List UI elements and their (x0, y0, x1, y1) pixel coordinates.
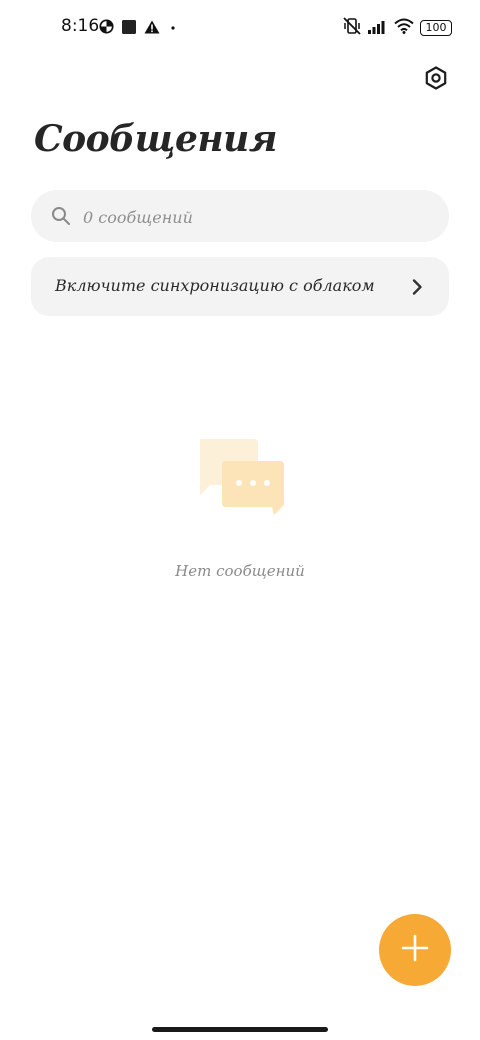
page-title: Сообщения (34, 118, 277, 160)
status-right-icons: 100 (342, 17, 452, 39)
home-indicator[interactable] (152, 1027, 328, 1032)
empty-state-text: Нет сообщений (175, 562, 305, 580)
data-saver-icon (99, 19, 114, 38)
plus-icon (401, 934, 429, 966)
square-icon (122, 19, 136, 38)
dot-icon (168, 19, 178, 38)
sync-banner[interactable]: Включите синхронизацию с облаком (31, 257, 449, 316)
search-bar[interactable] (31, 190, 449, 244)
search-icon (51, 206, 71, 230)
chevron-right-icon (411, 278, 423, 300)
signal-icon (368, 19, 388, 38)
settings-hexagon-icon (423, 65, 449, 95)
search-input[interactable] (81, 190, 425, 244)
warning-icon (144, 19, 160, 38)
status-bar: 8:16 100 (0, 12, 480, 42)
vibrate-off-icon (342, 17, 362, 39)
wifi-icon (394, 18, 414, 38)
sync-banner-label: Включите синхронизацию с облаком (55, 276, 375, 295)
new-message-button[interactable] (379, 914, 451, 986)
status-left-icons (99, 19, 178, 38)
status-time: 8:16 (61, 16, 100, 36)
settings-button[interactable] (420, 64, 452, 96)
battery-icon: 100 (420, 20, 452, 36)
chat-bubbles-icon (196, 437, 286, 517)
